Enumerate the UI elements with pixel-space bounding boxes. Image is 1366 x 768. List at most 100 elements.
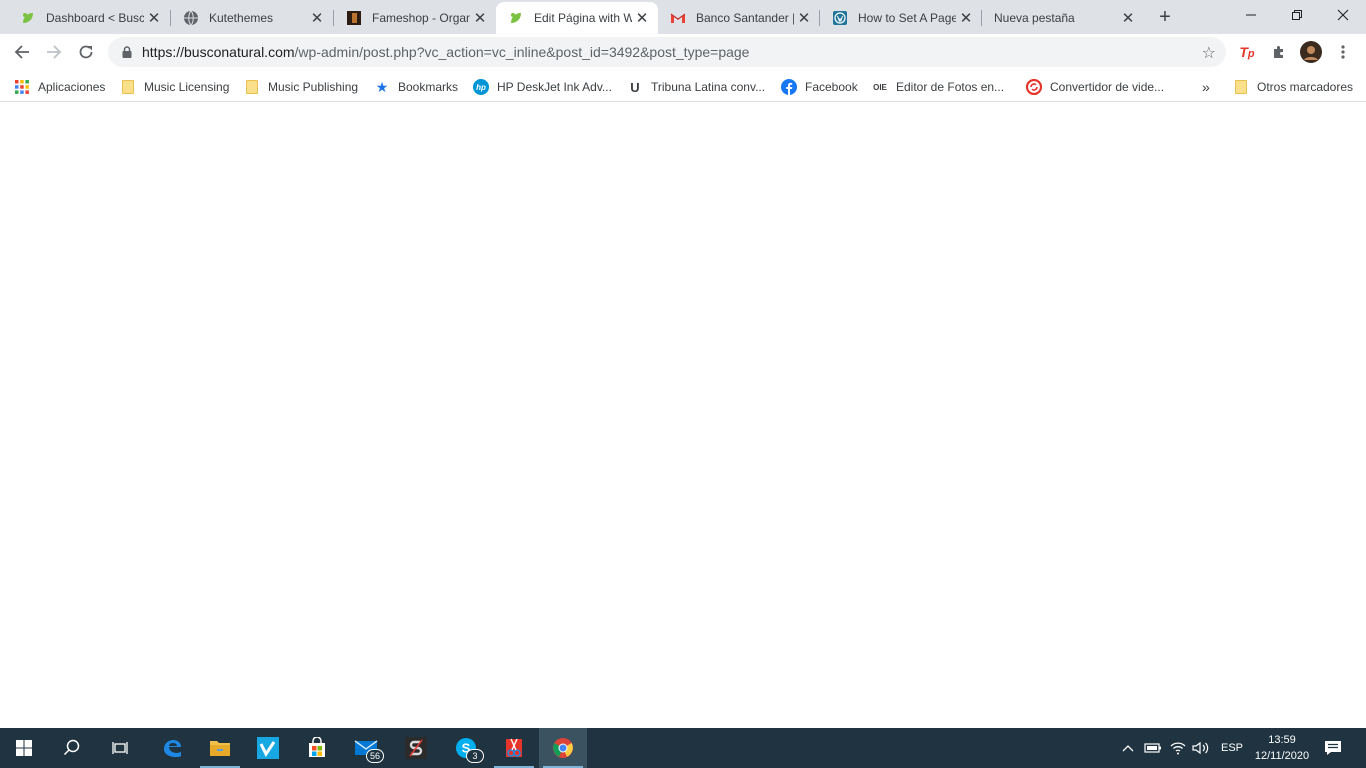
folder-icon	[244, 79, 260, 95]
url-path: /wp-admin/post.php?vc_action=vc_inline&p…	[294, 44, 750, 60]
address-bar[interactable]: https://busconatural.com/wp-admin/post.p…	[108, 37, 1226, 67]
back-button[interactable]	[8, 38, 36, 66]
close-icon[interactable]: ✕	[794, 8, 814, 28]
tp-extension-icon[interactable]: Tp	[1236, 41, 1258, 63]
bookmark-label: Music Publishing	[268, 80, 359, 94]
tab-kutethemes[interactable]: Kutethemes ✕	[171, 2, 333, 34]
edge-icon	[164, 740, 181, 757]
close-icon[interactable]: ✕	[632, 8, 652, 28]
taskbar-file-explorer[interactable]	[196, 728, 244, 768]
tab-title: How to Set A Page	[858, 11, 956, 25]
notification-icon	[1325, 741, 1341, 755]
bookmark-apps[interactable]: Aplicaciones	[14, 75, 105, 99]
menu-kebab-icon[interactable]	[1332, 41, 1354, 63]
minimize-icon	[1246, 14, 1256, 16]
task-view-button[interactable]	[96, 728, 144, 768]
close-icon[interactable]: ✕	[307, 8, 327, 28]
bookmark-otros-marcadores[interactable]: Otros marcadores	[1233, 75, 1353, 99]
profile-avatar[interactable]	[1300, 41, 1322, 63]
bookmark-hp-deskjet[interactable]: hp HP DeskJet Ink Adv...	[473, 75, 612, 99]
close-icon[interactable]: ✕	[1118, 8, 1138, 28]
page-content	[0, 103, 1366, 728]
tab-nueva-pestana[interactable]: Nueva pestaña ✕	[982, 2, 1144, 34]
restore-button[interactable]	[1274, 0, 1320, 30]
bookmark-convertidor[interactable]: Convertidor de vide...	[1026, 75, 1164, 99]
close-icon	[1337, 9, 1349, 21]
wifi-icon	[1170, 742, 1186, 755]
scissors-icon	[506, 738, 522, 757]
apps-grid-icon	[14, 79, 30, 95]
action-center-button[interactable]	[1324, 728, 1342, 768]
bookmarks-overflow-button[interactable]: »	[1202, 75, 1210, 99]
close-icon[interactable]: ✕	[956, 8, 976, 28]
bookmark-label: Aplicaciones	[38, 80, 106, 94]
svg-text:hp: hp	[476, 83, 486, 92]
tab-title: Fameshop - Organ	[372, 11, 470, 25]
tab-title: Kutethemes	[209, 11, 274, 25]
bookmark-bookmarks[interactable]: ★ Bookmarks	[374, 75, 458, 99]
tab-edit-pagina[interactable]: Edit Página with W ✕	[496, 2, 658, 34]
taskbar-mail[interactable]: 56	[342, 728, 390, 768]
wifi-indicator[interactable]	[1170, 728, 1186, 768]
puzzle-icon[interactable]	[1268, 41, 1290, 63]
forward-button[interactable]	[40, 38, 68, 66]
search-button[interactable]	[48, 728, 96, 768]
bookmarks-bar: Aplicaciones Music Licensing Music Publi…	[0, 70, 1366, 102]
close-icon[interactable]: ✕	[470, 8, 490, 28]
reload-button[interactable]	[72, 38, 100, 66]
taskbar-edge[interactable]	[148, 728, 196, 768]
leaf-icon	[20, 10, 36, 26]
skype-badge: 3	[466, 749, 484, 763]
pixlr-icon: OIE	[873, 82, 887, 92]
bookmark-tribuna-latina[interactable]: U Tribuna Latina conv...	[627, 75, 765, 99]
folder-icon	[1233, 79, 1249, 95]
taskbar-snipping-tool[interactable]	[490, 728, 538, 768]
taskbar-app-s[interactable]	[392, 728, 440, 768]
show-hidden-icons[interactable]	[1122, 728, 1134, 768]
speaker-icon	[1192, 741, 1209, 755]
leaf-icon	[508, 10, 524, 26]
start-button[interactable]	[0, 728, 48, 768]
bookmark-star-icon[interactable]: ☆	[1202, 43, 1216, 63]
clock[interactable]: 13:59 12/11/2020	[1246, 732, 1318, 764]
bookmark-label: Tribuna Latina conv...	[651, 80, 766, 94]
bookmark-label: Editor de Fotos en...	[896, 80, 1005, 94]
volume-indicator[interactable]	[1192, 728, 1210, 768]
battery-icon	[1144, 743, 1161, 753]
bookmark-label: HP DeskJet Ink Adv...	[497, 80, 612, 94]
bookmark-music-publishing[interactable]: Music Publishing	[244, 75, 358, 99]
windows-taskbar: 56 S 3 ESP 13:59 12/11/2020	[0, 728, 1366, 768]
taskbar-store[interactable]	[293, 728, 341, 768]
tab-how-to-set[interactable]: How to Set A Page ✕	[820, 2, 982, 34]
windows-logo-icon	[16, 740, 32, 756]
bookmark-facebook[interactable]: Facebook	[781, 75, 858, 99]
bookmark-label: Otros marcadores	[1257, 80, 1354, 94]
minimize-button[interactable]	[1228, 0, 1274, 30]
restore-icon	[1292, 10, 1302, 20]
language-indicator[interactable]: ESP	[1221, 728, 1243, 768]
clock-time: 13:59	[1268, 734, 1296, 746]
bookmark-music-licensing[interactable]: Music Licensing	[120, 75, 229, 99]
tab-fameshop[interactable]: Fameshop - Organ ✕	[334, 2, 496, 34]
tab-banco-santander[interactable]: Banco Santander | ✕	[658, 2, 820, 34]
close-icon[interactable]: ✕	[144, 8, 164, 28]
taskbar-chrome[interactable]	[539, 728, 587, 768]
close-window-button[interactable]	[1320, 0, 1366, 30]
tab-dashboard[interactable]: Dashboard < Busc ✕	[8, 2, 170, 34]
chevron-up-icon	[1122, 745, 1134, 752]
taskbar-vimeo[interactable]	[244, 728, 292, 768]
search-icon	[63, 739, 80, 756]
bookmark-label: Convertidor de vide...	[1050, 80, 1165, 94]
clock-date: 12/11/2020	[1254, 750, 1310, 762]
taskbar-skype[interactable]: S 3	[442, 728, 490, 768]
convert-icon	[1026, 79, 1042, 95]
folder-icon	[210, 741, 230, 756]
bookmark-editor-fotos[interactable]: OIE Editor de Fotos en...	[872, 75, 1004, 99]
magnet-icon: U	[630, 79, 640, 95]
fameshop-icon	[346, 10, 362, 26]
new-tab-button[interactable]: +	[1153, 5, 1177, 29]
wordpress-icon	[832, 10, 848, 26]
battery-indicator[interactable]	[1144, 728, 1162, 768]
gmail-icon	[670, 10, 686, 26]
vimeo-icon	[257, 737, 279, 759]
